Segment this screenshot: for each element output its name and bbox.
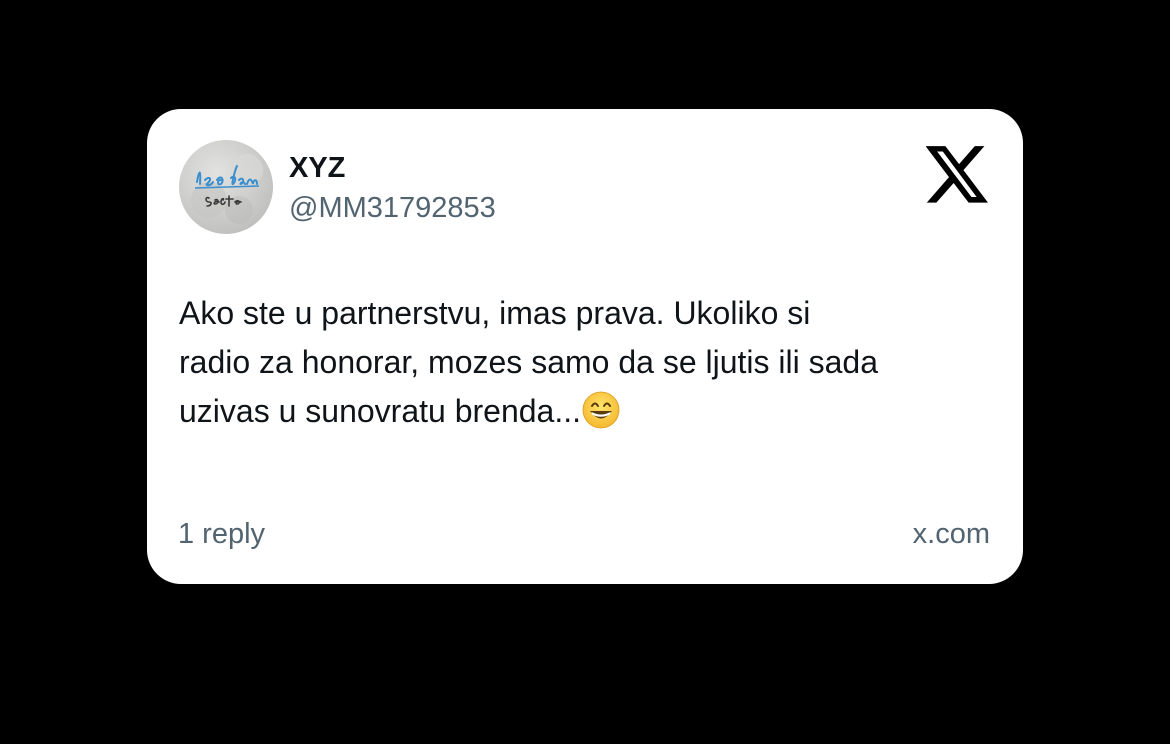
- post-text-line-content: radio za honorar, mozes samo da se ljuti…: [179, 344, 879, 380]
- author-handle[interactable]: @MM31792853: [289, 191, 496, 225]
- post-text-line: Ako ste u partnerstvu, imas prava. Ukoli…: [179, 295, 811, 331]
- post-text: Ako ste u partnerstvu, imas prava. Ukoli…: [179, 289, 979, 436]
- grinning-face-emoji-icon: [582, 391, 620, 429]
- avatar[interactable]: [179, 140, 273, 234]
- post-text-line-content: uzivas u sunovratu brenda...: [179, 393, 582, 429]
- post-text-line: uzivas u sunovratu brenda...: [179, 387, 979, 436]
- x-logo-icon[interactable]: [925, 146, 988, 204]
- source-link[interactable]: x.com: [913, 517, 990, 551]
- reply-count[interactable]: 1 reply: [178, 517, 265, 551]
- avatar-image: [191, 154, 263, 224]
- post-card[interactable]: XYZ @MM31792853 Ako ste u partnerstvu, i…: [147, 109, 1023, 584]
- author-name[interactable]: XYZ: [289, 151, 345, 185]
- post-text-line: radio za honorar, mozes samo da se ljuti…: [179, 338, 979, 387]
